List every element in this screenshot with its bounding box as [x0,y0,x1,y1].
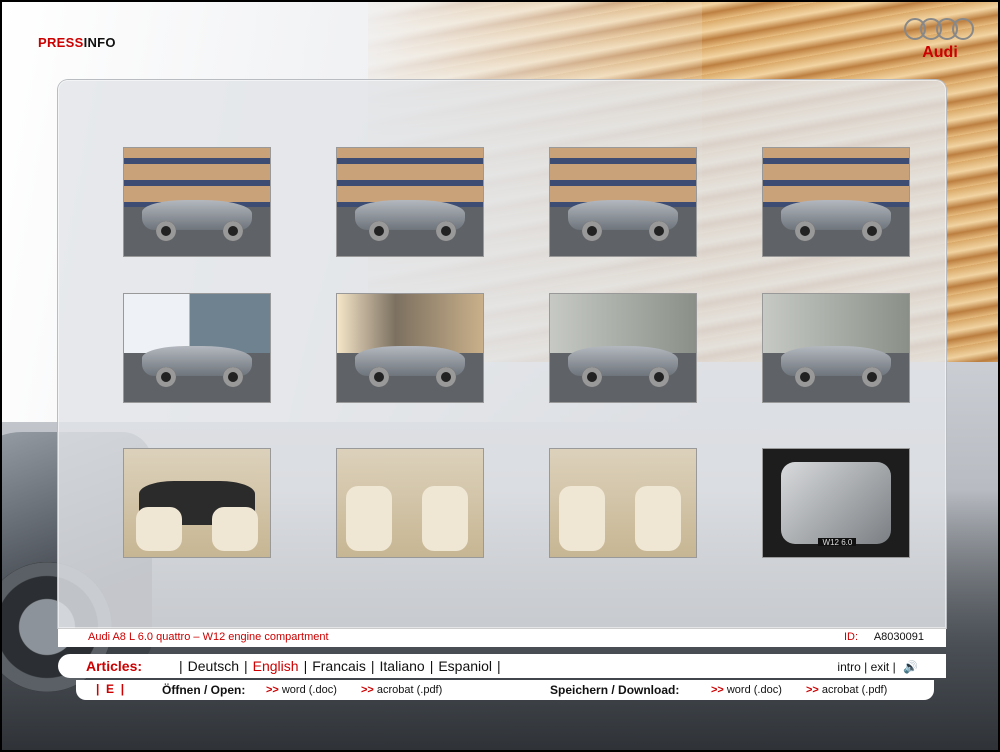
thumbnail-9[interactable] [123,448,271,558]
nav-links: intro | exit | 🔊 [837,660,918,674]
language-code: | E | [96,682,125,696]
gallery-panel: W12 6.0 [58,80,946,628]
sound-toggle-icon[interactable]: 🔊 [903,660,918,674]
language-italiano[interactable]: Italiano [380,658,425,674]
thumbnail-2[interactable] [336,147,484,257]
logo-press-text: PRESS [38,35,84,50]
image-id-label: ID: [843,631,858,643]
thumbnail-1[interactable] [123,147,271,257]
image-caption: Audi A8 L 6.0 quattro – W12 engine compa… [88,631,329,643]
arrow-icon: >> [711,684,724,696]
language-english[interactable]: English [253,658,299,674]
intro-link[interactable]: intro [837,660,860,674]
save-label: Speichern / Download: [550,683,680,697]
thumbnail-3[interactable] [549,147,697,257]
thumbnail-5[interactable] [123,293,271,403]
language-list: | Deutsch | English | Francais | Italiano | Espan… [179,658,501,674]
press-info-window: PRESSINFO Audi W12 6.0 Audi A8 L 6.0 qua… [2,2,998,750]
open-word-link[interactable]: >> word (.doc) [266,684,337,696]
language-francais[interactable]: Francais [312,658,366,674]
articles-bar: Articles: | Deutsch | English | Francais | Ital… [58,654,946,678]
thumbnail-11[interactable] [549,448,697,558]
caption-bar: Audi A8 L 6.0 quattro – W12 engine compa… [58,628,946,647]
language-code-text: E [106,682,115,696]
pressinfo-logo: PRESSINFO [38,35,116,50]
language-deutsch[interactable]: Deutsch [188,658,239,674]
articles-label: Articles: [86,658,143,674]
open-acrobat-label: acrobat (.pdf) [376,684,443,696]
audi-rings-icon [904,18,976,42]
thumbnail-12[interactable]: W12 6.0 [762,448,910,558]
image-id-value: A8030091 [873,631,924,643]
open-word-label: word (.doc) [281,684,337,696]
thumbnail-8[interactable] [762,293,910,403]
audi-logo: Audi [904,18,976,64]
arrow-icon: >> [361,684,374,696]
thumbnail-4[interactable] [762,147,910,257]
thumbnail-10[interactable] [336,448,484,558]
logo-info-text: INFO [83,35,116,50]
language-espaniol[interactable]: Espaniol [438,658,492,674]
save-word-link[interactable]: >> word (.doc) [711,684,782,696]
save-acrobat-label: acrobat (.pdf) [821,684,888,696]
save-acrobat-link[interactable]: >> acrobat (.pdf) [806,684,887,696]
save-word-label: word (.doc) [726,684,782,696]
open-acrobat-link[interactable]: >> acrobat (.pdf) [361,684,442,696]
arrow-icon: >> [806,684,819,696]
download-bar: | E | Öffnen / Open: >> word (.doc) >> acr… [76,680,934,700]
arrow-icon: >> [266,684,279,696]
audi-wordmark: Audi [922,44,958,61]
thumbnail-6[interactable] [336,293,484,403]
open-label: Öffnen / Open: [162,683,246,697]
thumbnail-7[interactable] [549,293,697,403]
exit-link[interactable]: exit [871,660,890,674]
engine-badge: W12 6.0 [818,537,857,546]
